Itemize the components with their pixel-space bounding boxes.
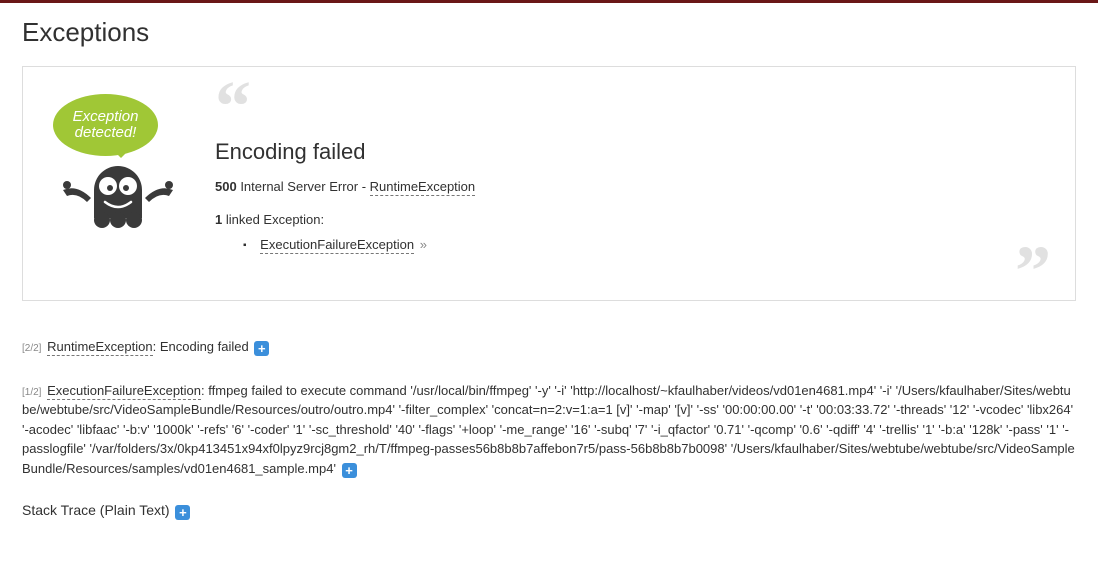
exception-headline: Encoding failed	[215, 139, 1045, 165]
exception-summary-box: Exception detected!	[22, 66, 1076, 301]
expand-button[interactable]	[175, 505, 190, 520]
trace-message: Encoding failed	[160, 339, 253, 354]
trace-counter: [1/2]	[22, 387, 41, 398]
stack-trace-heading: Stack Trace (Plain Text)	[22, 502, 1076, 520]
exception-illustration: Exception detected!	[53, 92, 193, 239]
linked-exceptions-list: ExecutionFailureException »	[215, 237, 1045, 252]
page-title: Exceptions	[22, 17, 1076, 48]
chevron-icon: »	[420, 237, 427, 252]
status-code: 500	[215, 179, 237, 194]
status-line: 500 Internal Server Error - RuntimeExcep…	[215, 179, 1045, 194]
open-quote-icon: “	[215, 92, 1045, 121]
linked-exception-link[interactable]: ExecutionFailureException	[260, 237, 414, 254]
speech-bubble: Exception detected!	[53, 94, 158, 156]
trace-block: [2/2] RuntimeException: Encoding failed	[22, 337, 1076, 357]
list-item: ExecutionFailureException »	[243, 237, 1045, 252]
bubble-text: Exception detected!	[53, 109, 158, 141]
trace-block: [1/2] ExecutionFailureException: ffmpeg …	[22, 381, 1076, 479]
trace-class-link[interactable]: ExecutionFailureException	[47, 383, 201, 400]
stack-trace-label: Stack Trace (Plain Text)	[22, 502, 173, 518]
ghost-icon	[53, 156, 183, 236]
close-quote-icon: ”	[215, 264, 1045, 278]
exception-class-link[interactable]: RuntimeException	[370, 179, 476, 196]
trace-sep: :	[153, 339, 160, 354]
linked-label-text: linked Exception:	[222, 212, 324, 227]
status-text: Internal Server Error -	[237, 179, 370, 194]
expand-button[interactable]	[342, 463, 357, 478]
linked-exceptions-label: 1 linked Exception:	[215, 212, 1045, 227]
trace-counter: [2/2]	[22, 343, 41, 354]
trace-class-link[interactable]: RuntimeException	[47, 339, 153, 356]
expand-button[interactable]	[254, 341, 269, 356]
